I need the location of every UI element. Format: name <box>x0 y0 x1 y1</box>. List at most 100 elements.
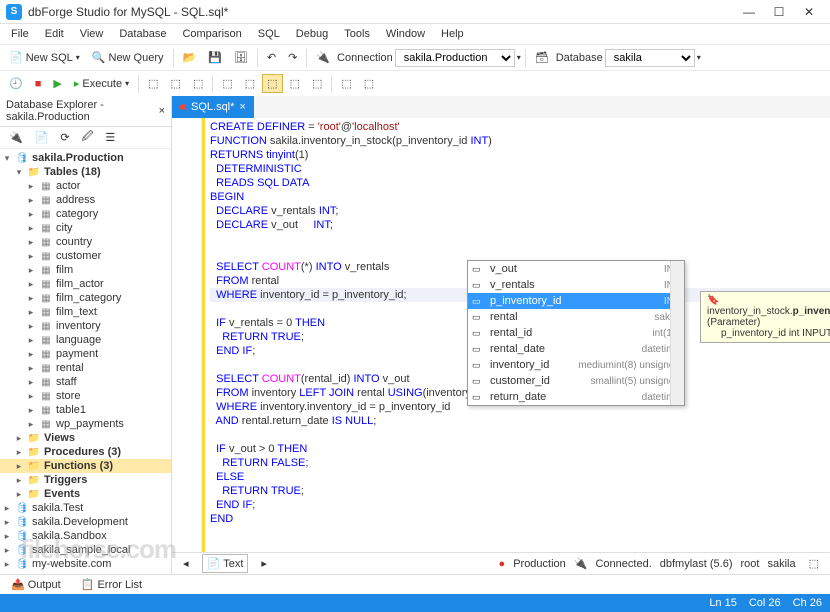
database-dropdown[interactable]: sakila <box>605 49 695 67</box>
tree-item[interactable]: ▸🛢sakila.Sandbox <box>0 529 171 543</box>
code-line[interactable] <box>210 246 830 260</box>
autocomplete-item[interactable]: ▭return_datedatetime <box>468 389 684 405</box>
btn-t7[interactable]: ⬚ <box>285 74 305 93</box>
tree-item[interactable]: ▸📁Events <box>0 487 171 501</box>
menu-comparison[interactable]: Comparison <box>175 26 248 42</box>
prev-result-button[interactable]: ◂ <box>178 554 194 573</box>
menu-sql[interactable]: SQL <box>251 26 287 42</box>
tab-close[interactable]: × <box>239 101 245 113</box>
autocomplete-popup[interactable]: ▭v_outINT▭v_rentalsINT▭p_inventory_idINT… <box>467 260 685 406</box>
tree-item[interactable]: ▸🛢sakila_sample_local <box>0 543 171 557</box>
code-line[interactable]: RETURN FALSE; <box>210 456 830 470</box>
tree-item[interactable]: ▸🛢my-website.com <box>0 557 171 571</box>
btn-t1[interactable]: ⬚ <box>143 74 163 93</box>
next-result-button[interactable]: ▸ <box>256 554 272 573</box>
autocomplete-scrollbar[interactable] <box>670 261 684 405</box>
tree-item[interactable]: ▸📁Triggers <box>0 473 171 487</box>
tree-item[interactable]: ▸▦rental <box>0 361 171 375</box>
autocomplete-item[interactable]: ▭p_inventory_idINT <box>468 293 684 309</box>
code-line[interactable]: CREATE DEFINER = 'root'@'localhost' <box>210 120 830 134</box>
tree-item[interactable]: ▸▦inventory <box>0 319 171 333</box>
code-line[interactable]: ELSE <box>210 470 830 484</box>
code-line[interactable]: DECLARE v_rentals INT; <box>210 204 830 218</box>
code-line[interactable]: DETERMINISTIC <box>210 162 830 176</box>
code-line[interactable]: END IF; <box>210 498 830 512</box>
explorer-close[interactable]: × <box>159 105 165 117</box>
autocomplete-item[interactable]: ▭customer_idsmallint(5) unsigned <box>468 373 684 389</box>
code-line[interactable]: FUNCTION sakila.inventory_in_stock(p_inv… <box>210 134 830 148</box>
tree-item[interactable]: ▸▦wp_payments <box>0 417 171 431</box>
stop-button[interactable]: ■ <box>30 75 47 93</box>
autocomplete-item[interactable]: ▭rental_datedatetime <box>468 341 684 357</box>
code-line[interactable]: BEGIN <box>210 190 830 204</box>
tree-item[interactable]: ▸▦table1 <box>0 403 171 417</box>
code-line[interactable] <box>210 232 830 246</box>
db-icon[interactable]: 🗃 <box>530 48 554 67</box>
menu-edit[interactable]: Edit <box>38 26 71 42</box>
tree-item[interactable]: ▾🛢sakila.Production <box>0 151 171 165</box>
tree-item[interactable]: ▸▦customer <box>0 249 171 263</box>
menu-file[interactable]: File <box>4 26 36 42</box>
tree-item[interactable]: ▸▦staff <box>0 375 171 389</box>
btn-t8[interactable]: ⬚ <box>307 74 327 93</box>
btn-t6[interactable]: ⬚ <box>262 74 282 93</box>
tree-item[interactable]: ▸📁Functions (3) <box>0 459 171 473</box>
menu-window[interactable]: Window <box>379 26 432 42</box>
exp-btn1[interactable]: 🔌 <box>4 128 28 147</box>
exp-btn3[interactable]: ⟳ <box>55 128 74 147</box>
code-line[interactable]: DECLARE v_out INT; <box>210 218 830 232</box>
exp-btn2[interactable]: 📄 <box>30 128 54 147</box>
menu-debug[interactable]: Debug <box>289 26 335 42</box>
tree-item[interactable]: ▸▦store <box>0 389 171 403</box>
new-sql-button[interactable]: 📄New SQL▾ <box>4 48 85 67</box>
tree-item[interactable]: ▸▦payment <box>0 347 171 361</box>
tree-item[interactable]: ▸▦country <box>0 235 171 249</box>
connection-dropdown[interactable]: sakila.Production <box>395 49 515 67</box>
tree-item[interactable]: ▸▦language <box>0 333 171 347</box>
code-line[interactable]: IF v_out > 0 THEN <box>210 442 830 456</box>
tree[interactable]: ▾🛢sakila.Production▾📁Tables (18)▸▦actor▸… <box>0 149 171 574</box>
code-line[interactable] <box>210 428 830 442</box>
conn-extra-button[interactable]: ⬚ <box>804 554 824 573</box>
run-button[interactable]: ▶ <box>48 74 66 93</box>
new-query-button[interactable]: 🔍New Query <box>87 48 169 67</box>
maximize-button[interactable]: ☐ <box>764 5 794 19</box>
tree-item[interactable]: ▸📁Procedures (3) <box>0 445 171 459</box>
undo-button[interactable]: ↶ <box>262 48 281 67</box>
tree-item[interactable]: ▸▦film_actor <box>0 277 171 291</box>
tree-item[interactable]: ▸▦film <box>0 263 171 277</box>
tree-item[interactable]: ▾📁Tables (18) <box>0 165 171 179</box>
btn-t3[interactable]: ⬚ <box>188 74 208 93</box>
code-line[interactable]: AND rental.return_date IS NULL; <box>210 414 830 428</box>
menu-tools[interactable]: Tools <box>337 26 377 42</box>
btn-t9[interactable]: ⬚ <box>336 74 356 93</box>
code-line[interactable]: RETURNS tinyint(1) <box>210 148 830 162</box>
tree-item[interactable]: ▸🛢sakila.Development <box>0 515 171 529</box>
menu-database[interactable]: Database <box>112 26 173 42</box>
save-button[interactable]: 💾 <box>203 48 227 67</box>
tree-item[interactable]: ▸▦film_category <box>0 291 171 305</box>
output-panel-button[interactable]: 📤Output <box>6 575 66 594</box>
code-line[interactable]: RETURN TRUE; <box>210 484 830 498</box>
btn-t5[interactable]: ⬚ <box>240 74 260 93</box>
tree-item[interactable]: ▸📁Views <box>0 431 171 445</box>
save-all-button[interactable]: 🗄 <box>229 48 253 67</box>
tree-item[interactable]: ▸🛢sakila.Test <box>0 501 171 515</box>
autocomplete-item[interactable]: ▭v_outINT <box>468 261 684 277</box>
history-button[interactable]: 🕘 <box>4 74 28 93</box>
menu-view[interactable]: View <box>73 26 111 42</box>
tree-item[interactable]: ▸▦category <box>0 207 171 221</box>
close-button[interactable]: ✕ <box>794 5 824 19</box>
menu-help[interactable]: Help <box>434 26 471 42</box>
open-button[interactable]: 📂 <box>178 48 202 67</box>
tree-item[interactable]: ▸▦address <box>0 193 171 207</box>
btn-t4[interactable]: ⬚ <box>217 74 237 93</box>
btn-t10[interactable]: ⬚ <box>359 74 379 93</box>
redo-button[interactable]: ↷ <box>283 48 302 67</box>
autocomplete-item[interactable]: ▭rentalsakila <box>468 309 684 325</box>
code-line[interactable]: END <box>210 512 830 526</box>
tree-item[interactable]: ▸▦film_text <box>0 305 171 319</box>
error-list-button[interactable]: 📋Error List <box>76 575 147 594</box>
exp-btn4[interactable]: 🖉 <box>77 125 99 150</box>
btn-t2[interactable]: ⬚ <box>166 74 186 93</box>
